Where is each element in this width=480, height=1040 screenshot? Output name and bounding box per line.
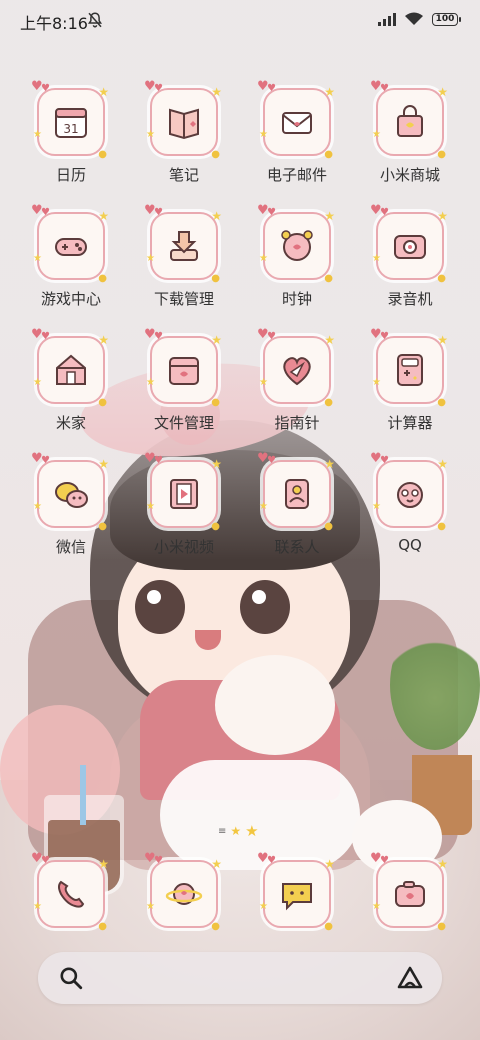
contact-card-icon	[285, 479, 309, 509]
app-label-qq: QQ	[398, 536, 422, 554]
app-downloads[interactable]: ♥ ♥ ★ ★ ● 下载管理	[134, 204, 234, 309]
silent-bell-icon	[87, 12, 103, 28]
planet-icon	[165, 883, 203, 905]
app-label-mi-video: 小米视频	[153, 538, 214, 556]
app-file-manager[interactable]: ♥ ♥ ★ ★ ● 文件管理	[134, 328, 234, 433]
app-calculator[interactable]: ♥ ♥ ★ ★ ● 计算器	[360, 328, 460, 433]
envelope-icon	[282, 112, 312, 134]
phone-tile[interactable]: ♥ ♥ ★ ★ ●	[31, 852, 109, 932]
recorder-icon	[394, 235, 426, 259]
app-contacts[interactable]: ♥ ♥ ★ ★ ● 联系人	[247, 452, 347, 557]
compass-tile[interactable]: ♥ ♥ ★ ★ ●	[257, 328, 335, 408]
app-mi-store[interactable]: ♥ ♥ ★ ★ ● 小米商城	[360, 80, 460, 185]
app-label-mi-home: 米家	[55, 414, 86, 432]
message-icon	[282, 883, 312, 911]
app-clock[interactable]: ♥ ♥ ★ ★ ● 时钟	[247, 204, 347, 309]
assistant-icon[interactable]	[396, 965, 424, 991]
app-label-wechat: 微信	[55, 538, 86, 556]
app-label-notes: 笔记	[168, 166, 199, 184]
app-wechat[interactable]: ♥ ♥ ★ ★ ● 微信	[21, 452, 121, 557]
app-email[interactable]: ♥ ♥ ★ ★ ● 电子邮件	[247, 80, 347, 185]
wechat-tile[interactable]: ♥ ♥ ★ ★ ●	[31, 452, 109, 532]
page-list-icon: ≡	[218, 825, 227, 837]
app-label-calculator: 计算器	[387, 414, 433, 432]
app-compass[interactable]: ♥ ♥ ★ ★ ● 指南针	[247, 328, 347, 433]
app-label-recorder: 录音机	[387, 290, 433, 308]
search-bar[interactable]	[38, 952, 442, 1004]
calculator-icon	[397, 354, 423, 386]
app-label-downloads: 下载管理	[153, 290, 214, 308]
app-label-email: 电子邮件	[266, 166, 327, 184]
mi-store-tile[interactable]: ♥ ♥ ★ ★ ●	[370, 80, 448, 160]
downloads-tile[interactable]: ♥ ♥ ★ ★ ●	[144, 204, 222, 284]
mi-home-tile[interactable]: ♥ ♥ ★ ★ ●	[31, 328, 109, 408]
qq-tile[interactable]: ♥ ♥ ★ ★ ●	[370, 452, 448, 532]
alarm-clock-icon	[281, 230, 313, 261]
battery-level: 100	[435, 14, 455, 24]
app-notes[interactable]: ♥ ♥ ★ ★ ● 笔记	[134, 80, 234, 185]
app-calendar[interactable]: ♥ ♥ ★ ★ ● 31 日历	[21, 80, 121, 185]
clock-tile[interactable]: ♥ ♥ ★ ★ ●	[257, 204, 335, 284]
app-mi-video[interactable]: ♥ ♥ ★ ★ ● 小米视频	[134, 452, 234, 557]
mi-video-tile[interactable]: ♥ ♥ ★ ★ ●	[144, 452, 222, 532]
app-mi-home[interactable]: ♥ ♥ ★ ★ ● 米家	[21, 328, 121, 433]
dock-camera[interactable]: ♥ ♥ ★ ★ ●	[360, 852, 460, 932]
page-dot-icon: ★	[230, 824, 242, 838]
battery-icon: 100	[432, 12, 461, 26]
file-manager-tile[interactable]: ♥ ♥ ★ ★ ●	[144, 328, 222, 408]
dock-browser[interactable]: ♥ ♥ ★ ★ ●	[134, 852, 234, 932]
phone-icon	[58, 880, 85, 908]
app-label-game-center: 游戏中心	[40, 290, 101, 308]
shopping-bag-icon	[397, 105, 423, 137]
camera-tile[interactable]: ♥ ♥ ★ ★ ●	[370, 852, 448, 932]
calendar-date: 31	[63, 122, 78, 136]
calculator-tile[interactable]: ♥ ♥ ★ ★ ●	[370, 328, 448, 408]
app-label-contacts: 联系人	[274, 538, 320, 556]
status-bar: 上午8:16 100	[0, 0, 480, 40]
app-label-file-manager: 文件管理	[153, 414, 214, 432]
app-label-calendar: 日历	[55, 166, 86, 184]
game-center-tile[interactable]: ♥ ♥ ★ ★ ●	[31, 204, 109, 284]
house-icon	[56, 354, 86, 385]
folder-icon	[169, 357, 199, 385]
dock-phone[interactable]: ♥ ♥ ★ ★ ●	[21, 852, 121, 932]
contacts-tile[interactable]: ♥ ♥ ★ ★ ●	[257, 452, 335, 532]
calendar-tile[interactable]: ♥ ♥ ★ ★ ● 31	[31, 80, 109, 160]
penguin-icon	[397, 482, 423, 508]
signal-icon	[378, 12, 396, 26]
browser-tile[interactable]: ♥ ♥ ★ ★ ●	[144, 852, 222, 932]
notes-tile[interactable]: ♥ ♥ ★ ★ ●	[144, 80, 222, 160]
compass-icon	[283, 357, 311, 386]
app-label-mi-store: 小米商城	[379, 166, 440, 184]
film-icon	[170, 479, 198, 509]
app-recorder[interactable]: ♥ ♥ ★ ★ ● 录音机	[360, 204, 460, 309]
page-dot-active-icon: ★	[245, 822, 259, 840]
wifi-icon	[405, 12, 423, 25]
chat-bubble-icon	[55, 482, 88, 508]
page-indicator[interactable]: ≡ ★ ★	[218, 822, 259, 840]
app-qq[interactable]: ♥ ♥ ★ ★ ● QQ	[360, 452, 460, 554]
email-tile[interactable]: ♥ ♥ ★ ★ ●	[257, 80, 335, 160]
search-icon[interactable]	[58, 965, 84, 991]
gamepad-icon	[55, 238, 87, 256]
notebook-icon	[169, 108, 199, 140]
status-time: 上午8:16	[20, 14, 88, 33]
app-label-clock: 时钟	[281, 290, 312, 308]
calendar-icon: 31	[55, 108, 87, 138]
camera-icon	[395, 881, 425, 907]
app-label-compass: 指南针	[274, 414, 320, 432]
app-game-center[interactable]: ♥ ♥ ★ ★ ● 游戏中心	[21, 204, 121, 309]
messages-tile[interactable]: ♥ ♥ ★ ★ ●	[257, 852, 335, 932]
download-icon	[170, 231, 198, 261]
status-right: 100	[378, 12, 461, 26]
dock-messages[interactable]: ♥ ♥ ★ ★ ●	[247, 852, 347, 932]
recorder-tile[interactable]: ♥ ♥ ★ ★ ●	[370, 204, 448, 284]
